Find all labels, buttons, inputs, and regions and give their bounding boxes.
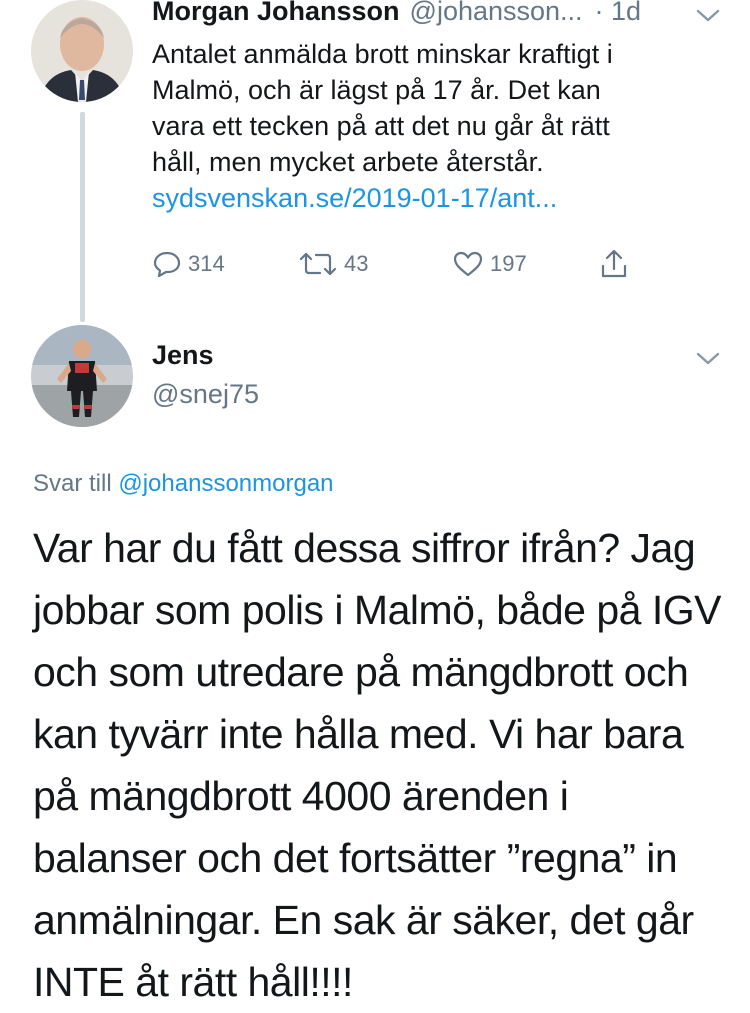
heart-icon [453, 251, 483, 277]
tweet-text: Antalet anmälda brott minskar kraftigt i… [152, 36, 712, 216]
reply-text-line: kan tyvärr inte hålla med. Vi har bara [33, 711, 684, 757]
reply-author-avatar[interactable] [31, 325, 133, 427]
thread-connector-line [80, 112, 85, 322]
tweet-link[interactable]: sydsvenskan.se/2019-01-17/ant... [152, 180, 712, 216]
reply-text-line: Var har du fått dessa siffror ifrån? Jag [33, 525, 696, 571]
share-icon[interactable] [598, 248, 630, 280]
reply-author-handle[interactable]: @snej75 [152, 379, 259, 410]
reply-to-label: Svar till [33, 470, 112, 497]
avatar-photo-icon [31, 325, 133, 427]
tweet-text-line: Antalet anmälda brott minskar kraftigt i [152, 39, 613, 69]
author-name[interactable]: Morgan Johansson [152, 0, 400, 27]
chevron-down-icon[interactable] [694, 6, 722, 26]
reply-action[interactable]: 314 [152, 250, 225, 278]
retweet-action[interactable]: 43 [298, 250, 368, 278]
tweet-time[interactable]: · 1d [595, 0, 642, 27]
reply-to-mention[interactable]: @johanssonmorgan [118, 470, 333, 497]
reply-text-line: anmälningar. En sak är säker, det går [33, 897, 694, 943]
author-handle[interactable]: @johansson... [410, 0, 583, 27]
author-avatar[interactable] [31, 0, 133, 102]
reply-text-line: på mängdbrott 4000 ärenden i [33, 773, 569, 819]
tweet-text-line: håll, men mycket arbete återstår. [152, 147, 544, 177]
reply-count: 314 [188, 251, 225, 276]
avatar-photo-icon [31, 0, 133, 102]
retweet-icon [299, 252, 337, 276]
reply-to-context: Svar till @johanssonmorgan [33, 470, 334, 498]
like-action[interactable]: 197 [452, 250, 527, 278]
reply-text-line: balanser och det fortsätter ”regna” in [33, 835, 678, 881]
reply-author-name[interactable]: Jens [152, 340, 214, 371]
like-count: 197 [490, 251, 527, 276]
tweet-text-line: Malmö, och är lägst på 17 år. Det kan [152, 75, 601, 105]
chevron-down-icon[interactable] [694, 349, 722, 369]
reply-text-line: jobbar som polis i Malmö, både på IGV [33, 587, 721, 633]
tweet-text-line: vara ett tecken på att det nu går åt rät… [152, 111, 610, 141]
reply-icon [153, 251, 181, 278]
reply-text-line: och som utredare på mängdbrott och [33, 649, 689, 695]
reply-text: Var har du fått dessa siffror ifrån? Jag… [33, 517, 733, 1013]
reply-text-line: INTE åt rätt håll!!!! [33, 959, 353, 1005]
tweet-header: Morgan Johansson @johansson... · 1d [152, 0, 712, 27]
retweet-count: 43 [344, 251, 369, 276]
